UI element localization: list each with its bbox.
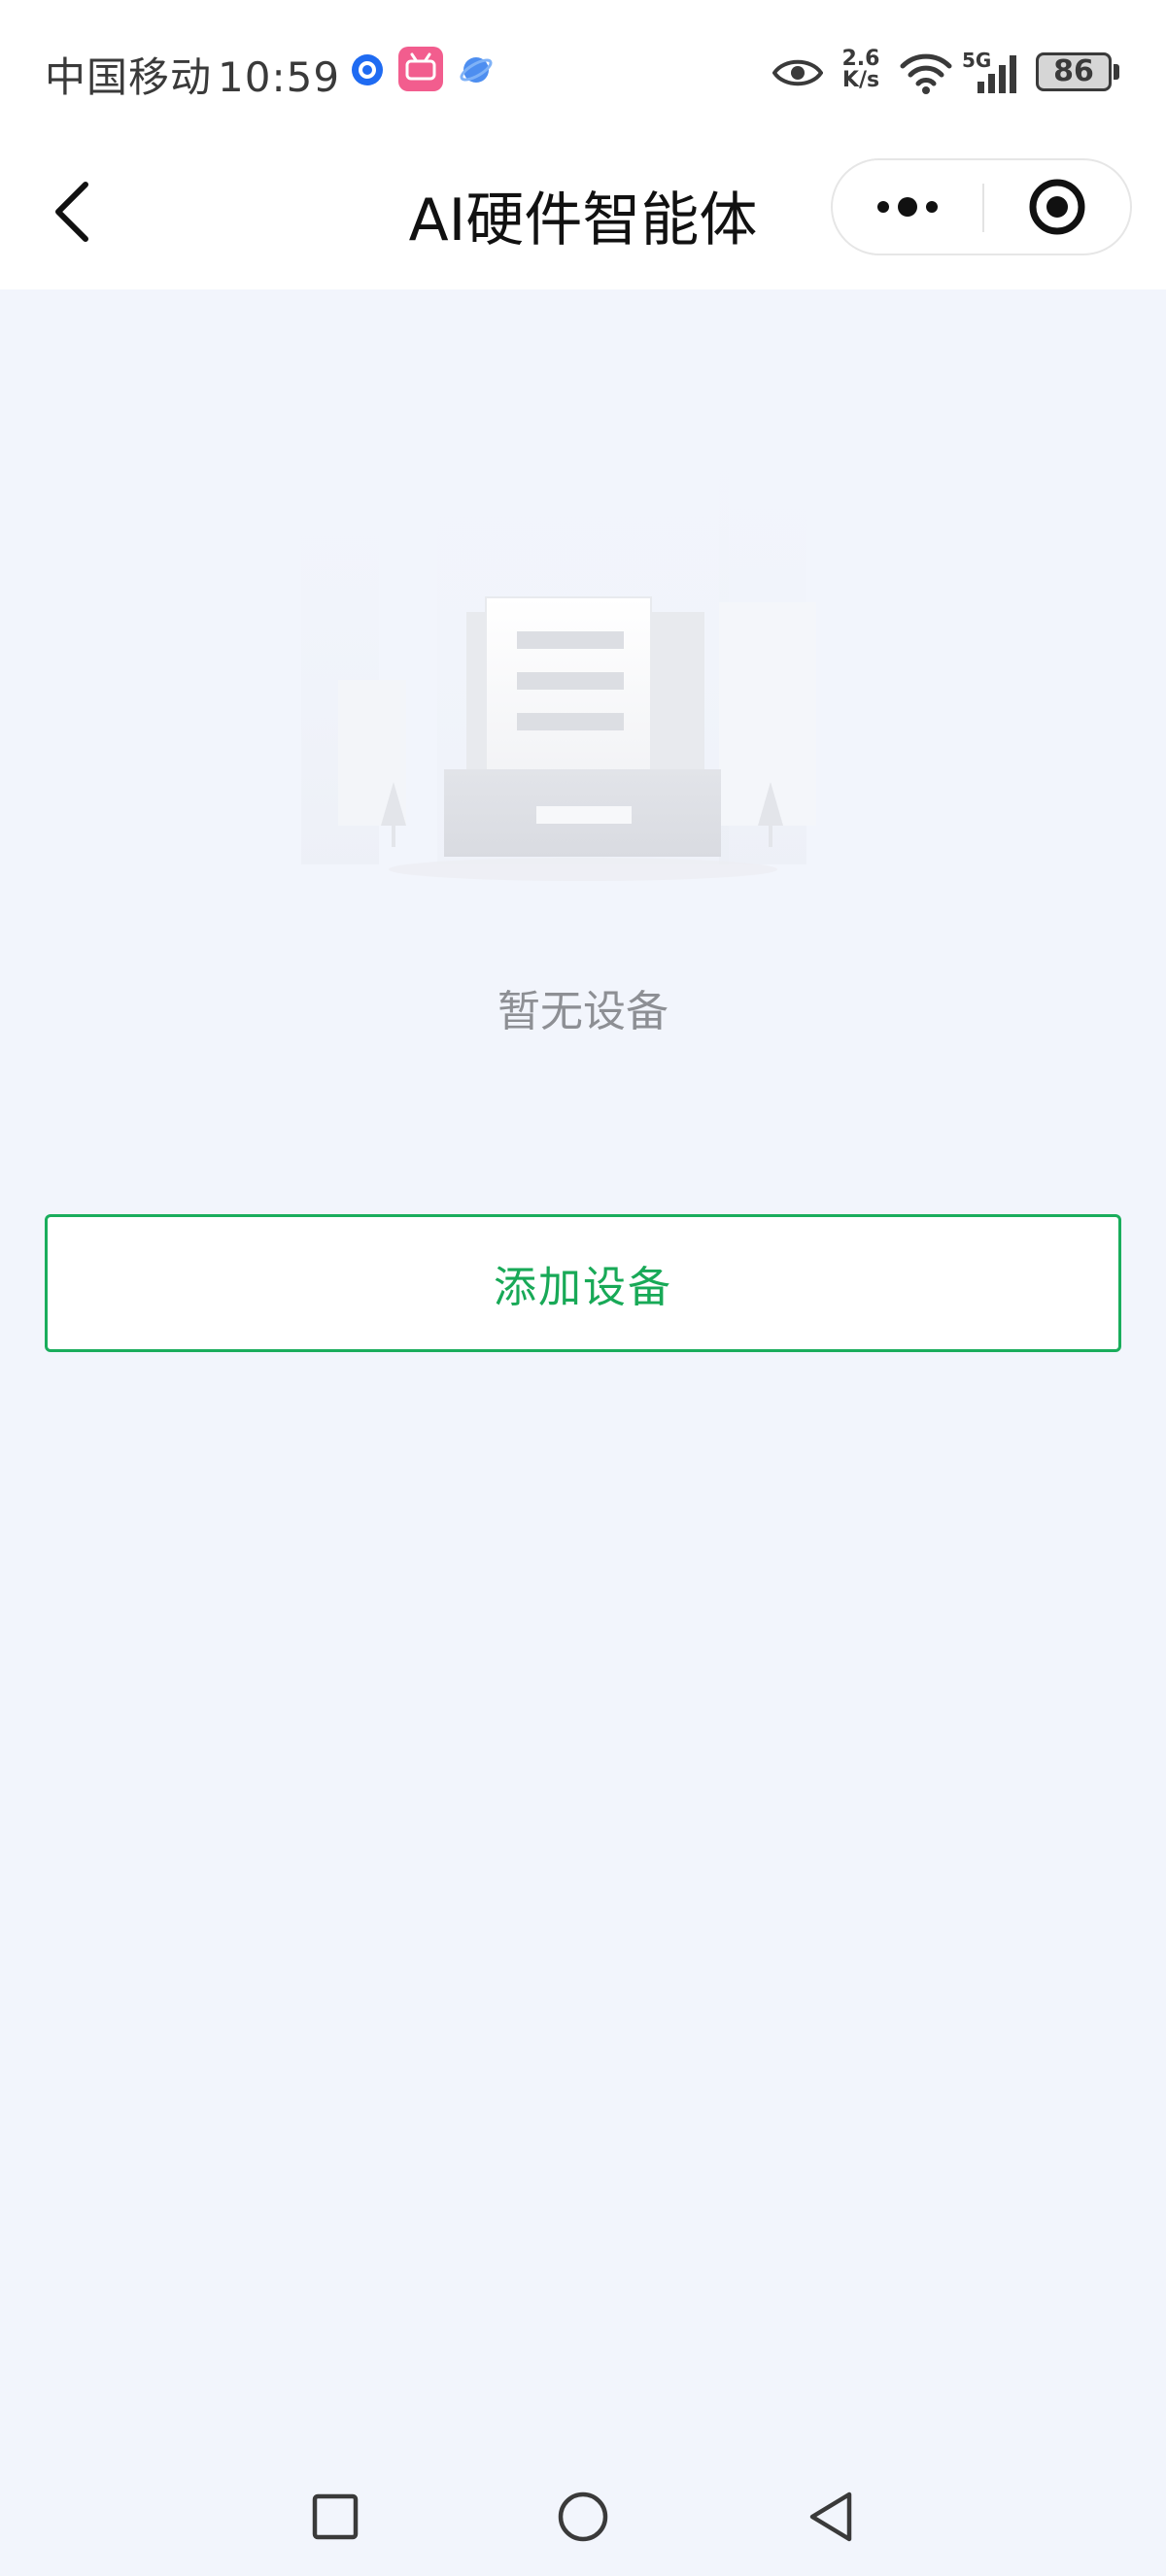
back-triangle-icon[interactable] (797, 2483, 865, 2551)
browser-planet-icon (460, 57, 493, 83)
empty-box-illustration (301, 447, 816, 881)
signal-icon (977, 55, 1016, 93)
speed-unit: K/s (841, 68, 880, 92)
network-speed: 2.6 K/s (840, 49, 882, 91)
more-dots-icon (877, 197, 938, 217)
recent-apps-square-icon[interactable] (301, 2483, 369, 2551)
status-carrier-time: 中国移动 10:59 (45, 45, 340, 104)
clock: 10:59 (218, 53, 341, 101)
battery-tip (1114, 64, 1119, 80)
notification-app-icon (352, 54, 383, 85)
add-device-button[interactable]: 添加设备 (45, 1214, 1121, 1352)
close-mini-program-button[interactable] (984, 160, 1130, 254)
more-button[interactable] (833, 160, 982, 254)
eye-icon (772, 59, 823, 86)
empty-state-message: 暂无设备 (497, 987, 669, 1036)
wifi-icon (900, 53, 952, 94)
bilibili-icon (398, 47, 443, 91)
carrier-name: 中国移动 (45, 53, 213, 101)
battery-icon: 86 (1036, 52, 1112, 91)
target-close-icon (1029, 179, 1085, 235)
speed-value: 2.6 (841, 47, 880, 71)
mini-program-capsule (831, 158, 1132, 255)
battery-level: 86 (1053, 54, 1094, 88)
nav-bar: AI硬件智能体 (0, 146, 1166, 289)
screen: 中国移动 10:59 2.6 K/s 5G 86 AI硬件智能体 暂无设备 添加… (0, 0, 1166, 2576)
home-circle-icon[interactable] (549, 2483, 617, 2551)
system-navigation-bar (0, 2456, 1166, 2576)
status-bar: 中国移动 10:59 2.6 K/s 5G 86 (0, 0, 1166, 146)
